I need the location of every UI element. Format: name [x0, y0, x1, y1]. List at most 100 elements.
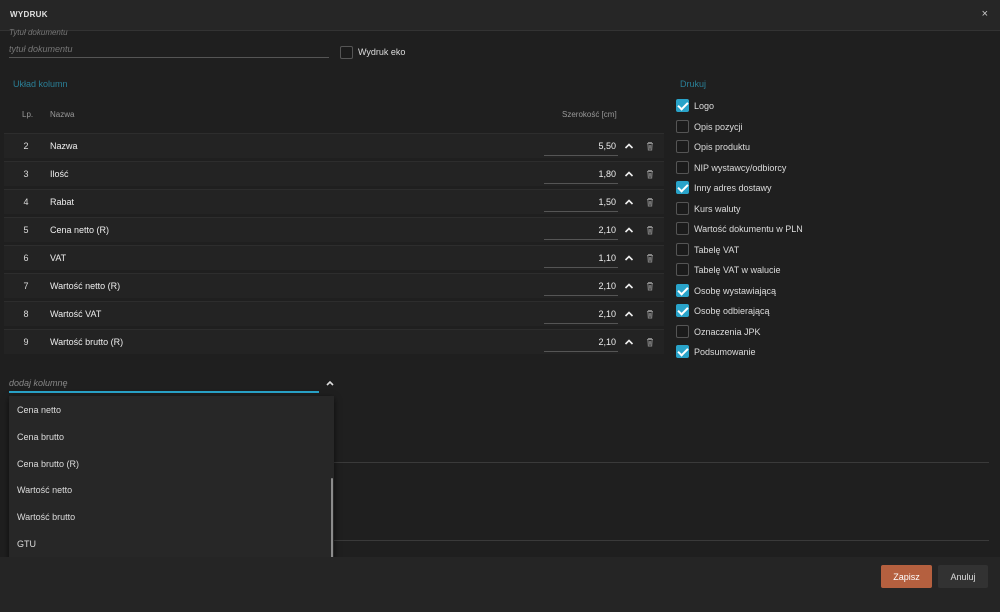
dialog-title-bar: WYDRUK × — [0, 0, 1000, 31]
row-width-input[interactable] — [544, 193, 618, 212]
row-column-name: Wartość VAT — [50, 309, 102, 319]
eco-print-checkbox[interactable] — [340, 46, 353, 59]
print-option-checkbox[interactable] — [676, 345, 689, 358]
trash-icon[interactable] — [644, 280, 656, 292]
print-option-label: Opis produktu — [694, 142, 751, 152]
print-option-checkbox[interactable] — [676, 99, 689, 112]
add-column-input[interactable] — [9, 374, 319, 393]
trash-icon[interactable] — [644, 196, 656, 208]
print-option-checkbox[interactable] — [676, 140, 689, 153]
print-option-label: Osobę wystawiającą — [694, 285, 777, 296]
row-width-input[interactable] — [544, 249, 618, 268]
print-option-label: Wartość dokumentu w PLN — [694, 224, 803, 234]
dropdown-option-label: Cena netto — [17, 405, 62, 415]
column-row: 3 Ilość — [4, 161, 664, 186]
row-column-name: Ilość — [50, 169, 69, 179]
row-column-name: Wartość brutto (R) — [50, 337, 124, 347]
dropdown-option[interactable]: GTU — [9, 530, 334, 557]
dropdown-option-label: Cena brutto (R) — [17, 458, 80, 469]
trash-icon[interactable] — [644, 308, 656, 320]
save-button[interactable]: Zapisz — [881, 565, 932, 588]
row-column-name: Nazwa — [50, 141, 78, 151]
row-width-input[interactable] — [544, 165, 618, 184]
cancel-button[interactable]: Anuluj — [938, 565, 988, 588]
row-lp: 7 — [23, 281, 29, 291]
document-title-input[interactable] — [9, 41, 329, 58]
print-option-label: Podsumowanie — [694, 347, 756, 357]
dropdown-option[interactable]: Wartość brutto — [9, 503, 334, 530]
print-option-label: Kurs waluty — [694, 203, 741, 214]
dropdown-option[interactable]: Wartość netto — [9, 476, 334, 503]
dropdown-option-label: GTU — [17, 539, 36, 549]
dialog-title: WYDRUK — [10, 10, 48, 19]
print-option-checkbox[interactable] — [676, 304, 689, 317]
chevron-up-icon[interactable] — [623, 336, 635, 348]
print-option-checkbox[interactable] — [676, 283, 689, 297]
print-option-label: NIP wystawcy/odbiorcy — [694, 162, 787, 173]
column-row: 4 Rabat — [4, 189, 664, 214]
row-column-name: Cena netto (R) — [50, 225, 110, 235]
row-width-input[interactable] — [544, 221, 618, 240]
dropdown-option-label: Cena brutto — [17, 431, 65, 442]
print-option-label: Oznaczenia JPK — [694, 326, 761, 337]
column-row: 9 Wartość brutto (R) — [4, 329, 664, 354]
print-option-label: Osobę odbierającą — [694, 306, 770, 316]
divider — [334, 540, 989, 541]
document-title-label: Tytuł dokumentu — [9, 28, 68, 37]
row-width-input[interactable] — [544, 305, 618, 324]
print-option-label: Tabelę VAT — [694, 244, 740, 255]
row-column-name: Rabat — [50, 197, 75, 207]
column-row: 5 Cena netto (R) — [4, 217, 664, 242]
print-option-checkbox[interactable] — [676, 222, 689, 235]
print-option-label: Inny adres dostawy — [694, 183, 772, 193]
column-row: 6 VAT — [4, 245, 664, 270]
row-width-input[interactable] — [544, 277, 618, 296]
row-width-input[interactable] — [544, 333, 618, 352]
chevron-up-icon[interactable] — [623, 140, 635, 152]
dropdown-option[interactable]: Cena brutto — [9, 423, 334, 450]
trash-icon[interactable] — [644, 168, 656, 180]
column-row: 2 Nazwa — [4, 133, 664, 158]
dropdown-option[interactable]: Cena brutto (R) — [9, 450, 334, 477]
chevron-up-icon[interactable] — [623, 224, 635, 236]
row-lp: 9 — [23, 337, 29, 347]
dropdown-option[interactable]: Cena netto — [9, 396, 334, 423]
row-lp: 2 — [23, 141, 29, 151]
row-lp: 4 — [23, 197, 29, 207]
trash-icon[interactable] — [644, 252, 656, 264]
column-row: 7 Wartość netto (R) — [4, 273, 664, 298]
chevron-up-icon[interactable] — [623, 280, 635, 292]
chevron-up-icon[interactable] — [623, 196, 635, 208]
trash-icon[interactable] — [644, 336, 656, 348]
row-width-input[interactable] — [544, 137, 618, 156]
print-option-checkbox[interactable] — [676, 263, 689, 276]
trash-icon[interactable] — [644, 140, 656, 152]
row-column-name: Wartość netto (R) — [50, 281, 121, 291]
dropdown-option-label: Wartość brutto — [17, 512, 76, 523]
chevron-up-icon[interactable] — [623, 168, 635, 180]
column-header-width: Szerokość [cm] — [562, 110, 617, 119]
print-option-checkbox[interactable] — [676, 242, 689, 256]
divider — [334, 462, 989, 463]
trash-icon[interactable] — [644, 224, 656, 236]
print-option-checkbox[interactable] — [676, 324, 689, 338]
print-option-checkbox[interactable] — [676, 181, 689, 194]
row-lp: 3 — [23, 169, 29, 179]
row-lp: 6 — [23, 253, 29, 263]
print-section-heading: Drukuj — [680, 79, 707, 89]
close-icon[interactable]: × — [982, 8, 988, 20]
eco-print-label: Wydruk eko — [358, 47, 406, 57]
chevron-up-icon[interactable] — [325, 378, 335, 388]
column-row: 8 Wartość VAT — [4, 301, 664, 326]
dropdown-option-label: Wartość netto — [17, 485, 73, 496]
row-column-name: VAT — [50, 253, 67, 263]
print-option-checkbox[interactable] — [676, 160, 689, 174]
row-lp: 8 — [23, 309, 29, 319]
chevron-up-icon[interactable] — [623, 252, 635, 264]
columns-section-heading: Układ kolumn — [13, 79, 68, 89]
chevron-up-icon[interactable] — [623, 308, 635, 320]
dialog-footer — [0, 557, 1000, 612]
print-option-checkbox[interactable] — [676, 201, 689, 215]
print-option-checkbox[interactable] — [676, 119, 689, 133]
column-header-lp: Lp. — [22, 110, 34, 119]
